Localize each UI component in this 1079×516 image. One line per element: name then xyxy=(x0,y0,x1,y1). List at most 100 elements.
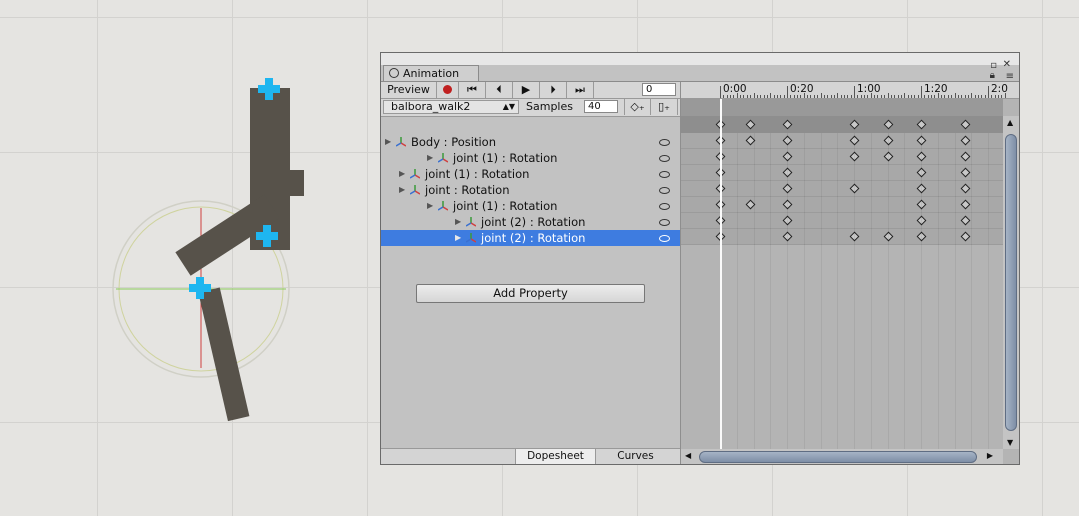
options-icon[interactable] xyxy=(659,171,670,178)
property-row[interactable]: ▶ joint (1) : Rotation xyxy=(381,166,680,182)
preview-button[interactable]: Preview xyxy=(381,82,437,98)
first-key-button[interactable]: ⏮ xyxy=(459,82,486,98)
keyframe[interactable] xyxy=(916,167,927,178)
keyframe[interactable] xyxy=(916,119,927,130)
property-row[interactable]: ▶ joint (1) : Rotation xyxy=(381,150,680,166)
close-icon[interactable]: ✕ xyxy=(1003,60,1011,70)
horizontal-scroll-thumb[interactable] xyxy=(699,451,977,463)
keyframe-row[interactable] xyxy=(681,133,1003,149)
expand-arrow-icon[interactable]: ▶ xyxy=(427,150,433,166)
property-row[interactable]: ▶ joint (2) : Rotation xyxy=(381,214,680,230)
summary-keyframe-row[interactable] xyxy=(681,116,1003,133)
keyframe[interactable] xyxy=(916,135,927,146)
keyframe[interactable] xyxy=(782,215,793,226)
tab-dopesheet[interactable]: Dopesheet xyxy=(515,449,595,464)
keyframe[interactable] xyxy=(960,135,970,146)
keyframe[interactable] xyxy=(745,119,756,130)
scroll-up-icon[interactable]: ▲ xyxy=(1007,118,1013,127)
keyframe-row[interactable] xyxy=(681,197,1003,213)
animation-tab[interactable]: Animation xyxy=(383,65,479,82)
keyframe[interactable] xyxy=(960,151,970,162)
playhead[interactable] xyxy=(720,99,722,449)
keyframe-row[interactable] xyxy=(681,229,1003,245)
property-row[interactable]: ▶ joint : Rotation xyxy=(381,182,680,198)
add-keyframe-button[interactable]: ◇₊ xyxy=(624,99,651,115)
keyframe[interactable] xyxy=(883,231,893,242)
keyframe[interactable] xyxy=(782,151,793,162)
last-key-button[interactable]: ⏭ xyxy=(567,82,594,98)
time-ruler[interactable]: 0:00 0:20 1:00 1:20 2:0 xyxy=(681,82,1019,99)
scroll-down-icon[interactable]: ▼ xyxy=(1007,438,1013,447)
keyframe[interactable] xyxy=(916,183,927,194)
add-event-button[interactable]: ▯₊ xyxy=(651,99,678,115)
property-row[interactable]: ▶ Body : Position xyxy=(381,134,680,150)
keyframe[interactable] xyxy=(849,135,860,146)
keyframe[interactable] xyxy=(883,119,893,130)
expand-arrow-icon[interactable]: ▶ xyxy=(399,166,405,182)
joint-handle-knee[interactable] xyxy=(256,225,278,247)
keyframe[interactable] xyxy=(960,183,970,194)
keyframe[interactable] xyxy=(883,151,893,162)
keyframe[interactable] xyxy=(782,199,793,210)
keyframe[interactable] xyxy=(960,199,970,210)
property-row[interactable]: ▶ joint (1) : Rotation xyxy=(381,198,680,214)
keyframe[interactable] xyxy=(883,135,893,146)
keyframe[interactable] xyxy=(782,167,793,178)
keyframe[interactable] xyxy=(849,119,860,130)
keyframe[interactable] xyxy=(916,199,927,210)
joint-handle-hip[interactable] xyxy=(189,277,211,299)
keyframe[interactable] xyxy=(916,215,927,226)
keyframe[interactable] xyxy=(849,183,860,194)
keyframe-row[interactable] xyxy=(681,165,1003,181)
options-icon[interactable] xyxy=(659,155,670,162)
window-titlebar[interactable] xyxy=(381,53,1019,65)
keyframe[interactable] xyxy=(849,231,860,242)
keyframe[interactable] xyxy=(960,231,970,242)
lock-icon[interactable]: 🔒︎ xyxy=(990,71,995,81)
options-icon[interactable] xyxy=(659,235,670,242)
tab-curves[interactable]: Curves xyxy=(595,449,675,464)
keyframe[interactable] xyxy=(745,199,756,210)
keyframe[interactable] xyxy=(745,135,756,146)
next-key-button[interactable]: ⏵ xyxy=(540,82,567,98)
keyframe-row[interactable] xyxy=(681,181,1003,197)
keyframe[interactable] xyxy=(960,119,970,130)
vertical-scroll-thumb[interactable] xyxy=(1005,134,1017,431)
keyframe[interactable] xyxy=(916,231,927,242)
frame-input[interactable]: 0 xyxy=(642,83,676,96)
expand-arrow-icon[interactable]: ▶ xyxy=(385,134,391,150)
horizontal-scrollbar[interactable]: ◀ ▶ xyxy=(681,449,1003,464)
expand-arrow-icon[interactable]: ▶ xyxy=(455,214,461,230)
property-row[interactable]: ▶ joint (2) : Rotation xyxy=(381,230,680,246)
prev-key-button[interactable]: ⏴ xyxy=(486,82,513,98)
keyframe[interactable] xyxy=(782,119,793,130)
options-icon[interactable] xyxy=(659,187,670,194)
expand-arrow-icon[interactable]: ▶ xyxy=(427,198,433,214)
keyframe[interactable] xyxy=(960,215,970,226)
transform-icon xyxy=(410,185,420,195)
keyframe-row[interactable] xyxy=(681,149,1003,165)
options-icon[interactable] xyxy=(659,203,670,210)
scroll-left-icon[interactable]: ◀ xyxy=(685,451,691,460)
options-icon[interactable] xyxy=(659,219,670,226)
scroll-right-icon[interactable]: ▶ xyxy=(987,451,993,460)
expand-arrow-icon[interactable]: ▶ xyxy=(399,182,405,198)
keyframe-row[interactable] xyxy=(681,213,1003,229)
keyframe[interactable] xyxy=(849,151,860,162)
keyframe[interactable] xyxy=(916,151,927,162)
options-icon[interactable] xyxy=(659,139,670,146)
play-button[interactable]: ▶ xyxy=(513,82,540,98)
keyframe[interactable] xyxy=(782,183,793,194)
joint-handle-top[interactable] xyxy=(258,78,280,100)
vertical-scrollbar[interactable]: ▲ ▼ xyxy=(1003,116,1019,449)
keyframe[interactable] xyxy=(782,135,793,146)
ruler-tick xyxy=(917,95,919,98)
add-property-button[interactable]: Add Property xyxy=(416,284,645,303)
event-strip[interactable] xyxy=(681,99,1003,116)
keyframe[interactable] xyxy=(782,231,793,242)
expand-arrow-icon[interactable]: ▶ xyxy=(455,230,461,246)
samples-input[interactable]: 40 xyxy=(584,100,618,113)
record-button[interactable] xyxy=(437,82,459,98)
clip-dropdown[interactable]: balbora_walk2 ▲▼ xyxy=(383,100,519,114)
keyframe[interactable] xyxy=(960,167,970,178)
